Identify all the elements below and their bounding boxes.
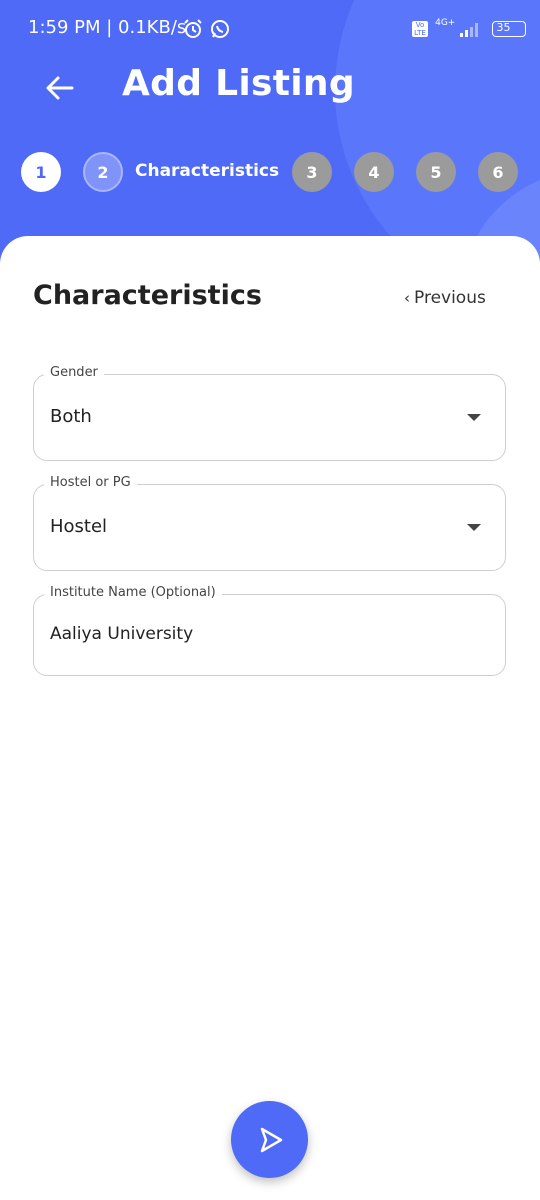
hostel-or-pg-value: Hostel: [50, 516, 108, 537]
chevron-left-icon: ‹: [404, 289, 410, 307]
gender-value: Both: [50, 406, 92, 427]
battery-icon: 35: [491, 20, 526, 37]
play-outline-icon: [260, 1127, 282, 1152]
step-5[interactable]: 5: [416, 152, 456, 192]
hostel-or-pg-select[interactable]: Hostel or PG Hostel: [33, 475, 506, 571]
whatsapp-icon: [211, 20, 230, 38]
step-2[interactable]: 2: [83, 152, 123, 192]
active-step-label: Characteristics: [135, 161, 280, 181]
battery-level: 35: [496, 20, 511, 34]
step-4[interactable]: 4: [354, 152, 394, 192]
dropdown-arrow-icon: [467, 524, 481, 531]
page-title: Add Listing: [122, 63, 355, 104]
hostel-or-pg-label: Hostel or PG: [44, 475, 137, 490]
alarm-icon: [184, 19, 202, 38]
gender-label: Gender: [44, 365, 104, 380]
volte-badge: Vo LTE: [412, 20, 428, 37]
network-label: 4G+: [435, 18, 456, 28]
next-button[interactable]: [231, 1101, 308, 1178]
status-bar: 1:59 PM | 0.1KB/s Vo LTE 4G+ 35: [0, 0, 540, 56]
signal-icon: [460, 22, 479, 37]
previous-label: Previous: [414, 288, 486, 308]
institute-name-field[interactable]: Institute Name (Optional) Aaliya Univers…: [33, 585, 506, 676]
institute-name-value: Aaliya University: [50, 624, 194, 644]
dropdown-arrow-icon: [467, 414, 481, 421]
section-title: Characteristics: [33, 280, 262, 311]
previous-button[interactable]: ‹ Previous: [404, 288, 486, 308]
status-right: Vo LTE 4G+ 35: [412, 18, 526, 37]
institute-name-label: Institute Name (Optional): [44, 585, 222, 600]
arrow-left-icon: [46, 76, 74, 100]
step-3[interactable]: 3: [292, 152, 332, 192]
step-6[interactable]: 6: [478, 152, 518, 192]
status-icons: [182, 18, 231, 44]
status-time: 1:59 PM | 0.1KB/s: [28, 17, 187, 38]
back-button[interactable]: [40, 68, 80, 108]
gender-select[interactable]: Gender Both: [33, 365, 506, 461]
step-1[interactable]: 1: [21, 152, 61, 192]
